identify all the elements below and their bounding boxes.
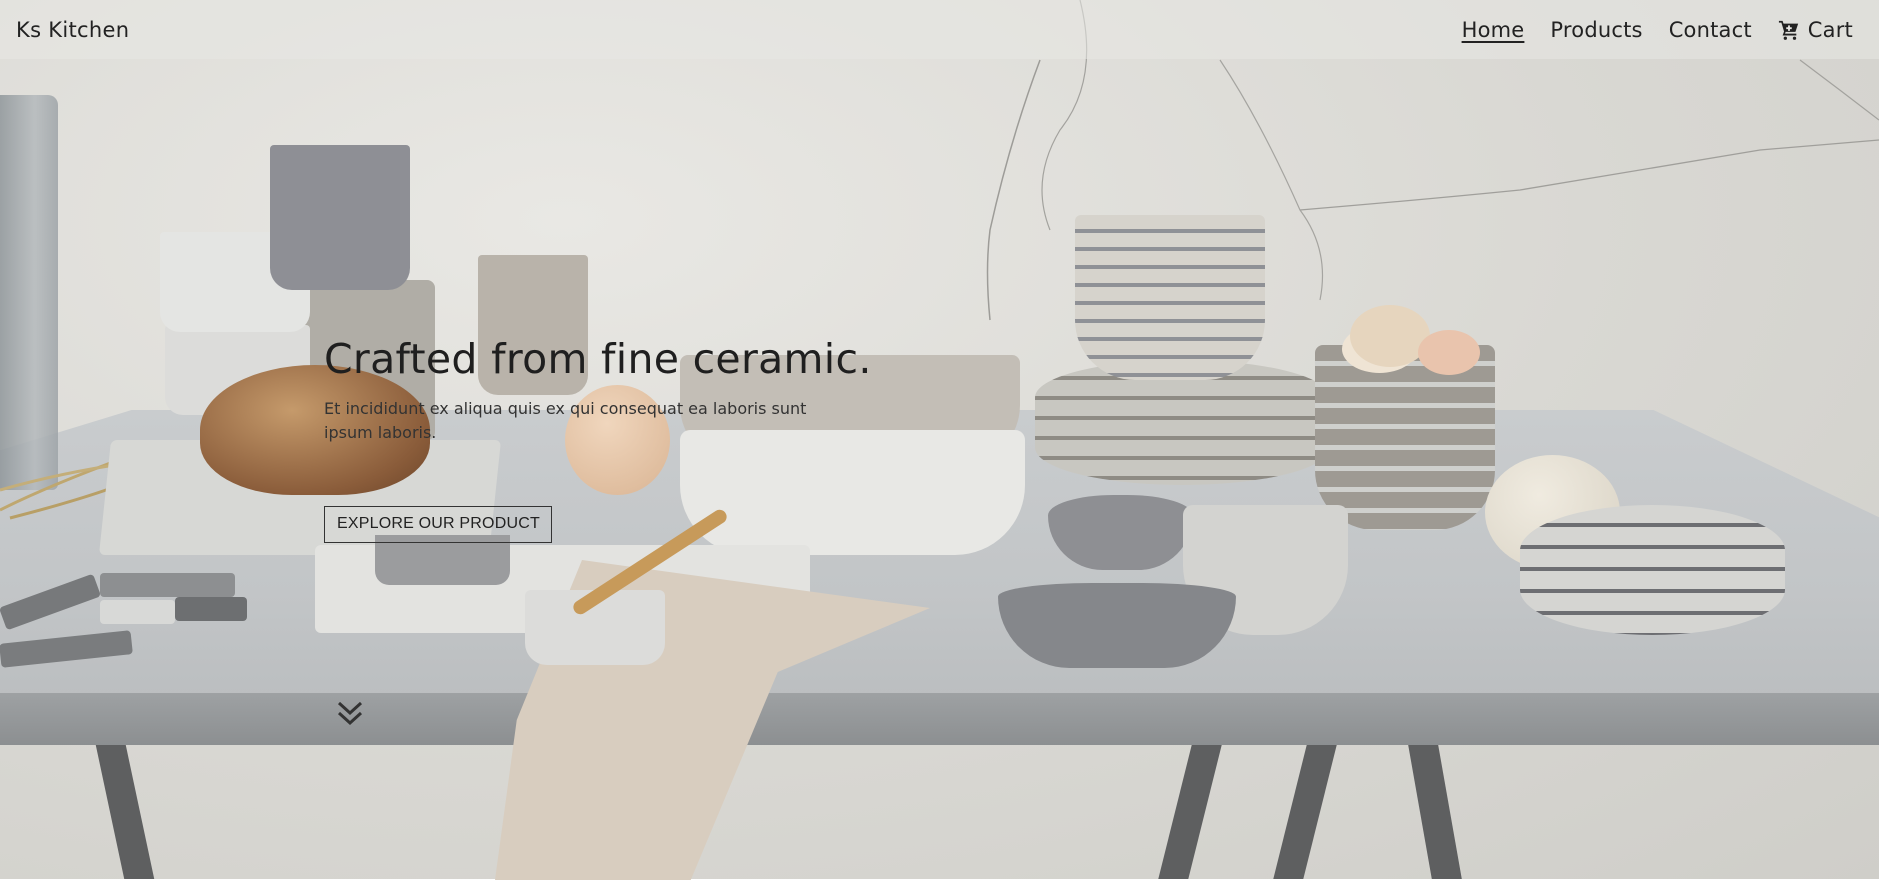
chopstick-rest <box>100 573 235 597</box>
table-leg <box>1408 745 1462 879</box>
small-bowl <box>1048 495 1193 570</box>
hero-subtitle: Et incididunt ex aliqua quis ex qui cons… <box>324 399 807 442</box>
nav-links: Home Products Contact Cart <box>1462 18 1853 42</box>
explore-product-button[interactable]: EXPLORE OUR PRODUCT <box>324 506 552 543</box>
bowl-stack <box>1315 345 1495 530</box>
chopstick-rest <box>100 600 175 624</box>
hero-title: Crafted from fine ceramic. <box>324 335 872 383</box>
top-navbar: Ks Kitchen Home Products Contact Cart <box>0 0 1879 59</box>
chopstick-rest <box>175 597 247 621</box>
hero-background <box>0 0 1879 880</box>
table-leg <box>1158 745 1222 879</box>
bowl-stack <box>1075 215 1265 380</box>
shallow-bowl <box>998 583 1236 668</box>
shopping-cart-icon <box>1778 19 1800 41</box>
egg <box>1418 330 1480 375</box>
table-edge <box>0 693 1879 745</box>
nav-home-link[interactable]: Home <box>1462 18 1525 42</box>
double-chevron-down-icon[interactable] <box>335 698 365 732</box>
nav-contact-link[interactable]: Contact <box>1669 18 1752 42</box>
plate-stack <box>1520 505 1785 635</box>
serving-bowl <box>680 430 1025 555</box>
cart-label: Cart <box>1807 17 1853 42</box>
gray-mug <box>270 145 410 290</box>
nav-products-link[interactable]: Products <box>1550 18 1642 42</box>
nav-cart-link[interactable]: Cart <box>1778 18 1853 42</box>
table-leg <box>1273 745 1337 879</box>
hero-copy: Crafted from fine ceramic. Et incididunt… <box>324 335 872 445</box>
brand-logo[interactable]: Ks Kitchen <box>16 18 129 42</box>
table-leg <box>95 745 155 879</box>
